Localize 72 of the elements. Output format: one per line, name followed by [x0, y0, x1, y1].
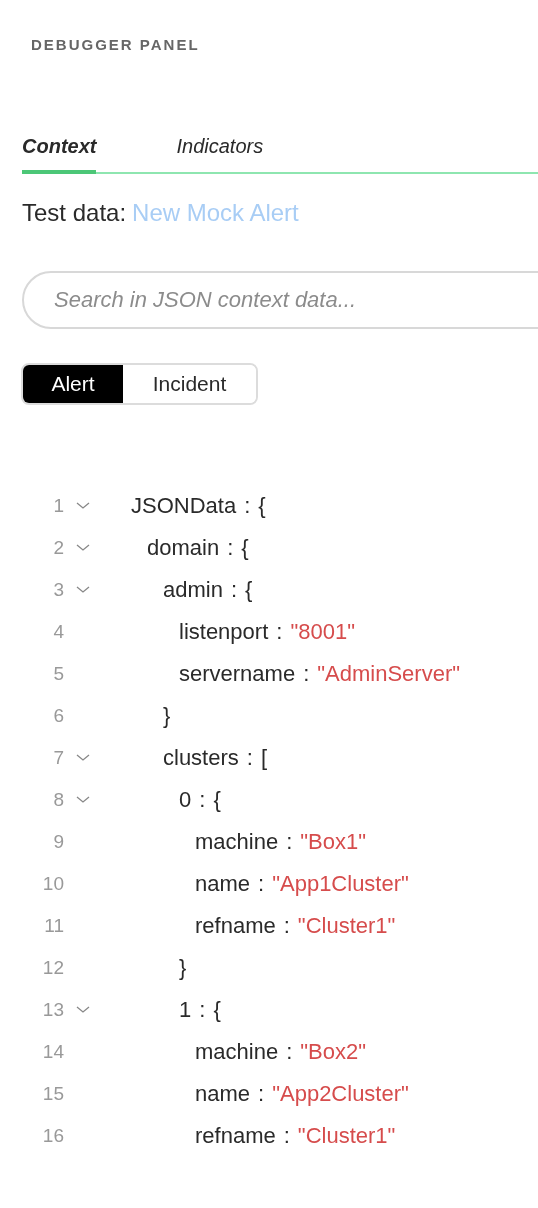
json-key: machine — [195, 1039, 279, 1065]
panel-title: DEBUGGER PANEL — [31, 36, 201, 53]
line-number: 6 — [52, 705, 64, 727]
line-number: 9 — [52, 831, 64, 853]
colon: : — [286, 1039, 293, 1065]
json-key: refname — [195, 913, 276, 939]
json-value: "AdminServer" — [317, 661, 461, 687]
open-bracket: { — [258, 493, 266, 519]
json-key: JSONData — [131, 493, 237, 519]
open-bracket: { — [245, 577, 253, 603]
chevron-icon[interactable] — [76, 586, 90, 594]
colon: : — [276, 619, 283, 645]
close-bracket: } — [179, 955, 187, 981]
tab[interactable]: Indicators — [176, 135, 264, 174]
open-bracket: { — [241, 535, 249, 561]
line-number: 5 — [52, 663, 64, 685]
line-number: 8 — [52, 789, 64, 811]
json-key: admin — [163, 577, 223, 603]
open-bracket: { — [213, 787, 221, 813]
json-value: "8001" — [290, 619, 355, 645]
line-number: 10 — [41, 873, 64, 895]
chevron-icon[interactable] — [76, 502, 90, 510]
line-number: 11 — [43, 915, 64, 937]
colon: : — [246, 745, 253, 771]
line-number: 12 — [41, 957, 64, 979]
test-data-label: Test data: — [22, 199, 127, 227]
line-number: 4 — [52, 621, 64, 643]
json-value: "App2Cluster" — [272, 1081, 409, 1107]
colon: : — [286, 829, 293, 855]
json-key: clusters — [163, 745, 239, 771]
line-number: 16 — [41, 1125, 64, 1147]
json-key: domain — [147, 535, 220, 561]
close-bracket: } — [163, 703, 171, 729]
line-number: 15 — [41, 1083, 64, 1105]
line-number: 3 — [52, 579, 64, 601]
line-number: 14 — [41, 1041, 64, 1063]
json-value: "Box1" — [300, 829, 367, 855]
line-number: 13 — [41, 999, 64, 1021]
colon: : — [199, 997, 206, 1023]
colon: : — [227, 535, 234, 561]
tab[interactable]: Context — [22, 135, 97, 174]
line-number: 1 — [52, 495, 64, 517]
colon: : — [244, 493, 251, 519]
json-key: 1 — [179, 997, 192, 1023]
colon: : — [283, 1123, 290, 1149]
json-key: listenport — [179, 619, 269, 645]
json-key: refname — [195, 1123, 276, 1149]
json-key: 0 — [179, 787, 192, 813]
colon: : — [258, 1081, 265, 1107]
chevron-icon[interactable] — [76, 544, 90, 552]
colon: : — [258, 871, 265, 897]
colon: : — [199, 787, 206, 813]
json-value: "App1Cluster" — [272, 871, 409, 897]
json-key: servername — [179, 661, 296, 687]
segment-button[interactable]: Alert — [23, 365, 123, 403]
open-bracket: [ — [260, 745, 268, 771]
colon: : — [303, 661, 310, 687]
open-bracket: { — [213, 997, 221, 1023]
json-key: machine — [195, 829, 279, 855]
json-key: name — [195, 871, 251, 897]
chevron-icon[interactable] — [76, 796, 90, 804]
search-field[interactable]: Search in JSON context data... — [22, 271, 538, 329]
json-key: name — [195, 1081, 251, 1107]
line-number: 7 — [52, 747, 64, 769]
json-value: "Box2" — [300, 1039, 367, 1065]
colon: : — [230, 577, 238, 603]
json-value: "Cluster1" — [297, 1123, 396, 1149]
json-value: "Cluster1" — [297, 913, 396, 939]
chevron-icon[interactable] — [76, 1006, 90, 1014]
chevron-icon[interactable] — [76, 754, 90, 762]
line-number: 2 — [52, 537, 64, 559]
colon: : — [283, 913, 290, 939]
